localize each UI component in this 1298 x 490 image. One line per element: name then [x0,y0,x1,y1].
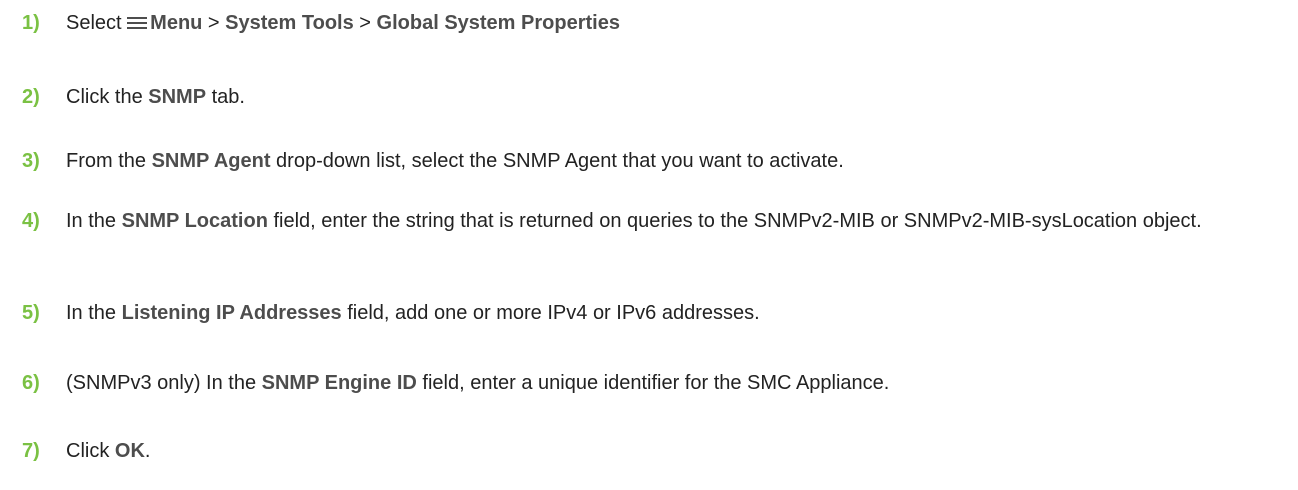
ui-term-global-system-properties: Global System Properties [376,12,620,34]
step-text: From the SNMP Agent drop-down list, sele… [66,148,1286,174]
ui-term-menu: Menu [150,12,203,34]
ui-term-snmp-location: SNMP Location [121,210,268,232]
step-text: In the Listening IP Addresses field, add… [66,300,1286,326]
procedure-steps: 1) Select Menu > System Tools > Global S… [0,0,1298,490]
step-text-segment: Select [66,12,128,34]
step-text: (SNMPv3 only) In the SNMP Engine ID fiel… [66,370,1286,396]
step-number: 4) [22,210,40,232]
step-text: In the SNMP Location field, enter the st… [66,208,1286,234]
step-text-segment: field, add one or more IPv4 or IPv6 addr… [341,302,760,324]
step-text-segment: In the [66,302,122,324]
ui-term-snmp: SNMP [148,86,207,108]
hamburger-menu-icon [127,16,148,30]
step-number: 3) [22,150,40,172]
step-number: 5) [22,302,40,324]
step-text: Select Menu > System Tools > Global Syst… [66,10,1286,36]
step-number: 2) [22,86,40,108]
step-text-segment: field, enter a unique identifier for the… [416,372,890,394]
ui-term-snmp-agent: SNMP Agent [151,150,271,172]
step-text-segment: > [353,12,377,34]
step-text-segment: In the [66,210,122,232]
step-text-segment: (SNMPv3 only) In the [66,372,262,394]
ui-term-system-tools: System Tools [225,12,354,34]
step-text-segment: . [144,440,151,462]
step-number: 1) [22,12,40,34]
step-number: 6) [22,372,40,394]
ui-term-snmp-engine-id: SNMP Engine ID [261,372,417,394]
step-text-segment: From the [66,150,152,172]
step-text-segment: Click [66,440,115,462]
step-text-segment: field, enter the string that is returned… [267,210,1202,232]
step-text: Click the SNMP tab. [66,84,1286,110]
step-number: 7) [22,440,40,462]
step-text: Click OK. [66,438,1286,464]
ui-term-ok: OK [114,440,145,462]
ui-term-listening-ip-addresses: Listening IP Addresses [121,302,342,324]
step-text-segment: drop-down list, select the SNMP Agent th… [270,150,844,172]
step-text-segment: Click the [66,86,149,108]
step-text-segment: > [202,12,226,34]
step-text-segment: tab. [206,86,245,108]
